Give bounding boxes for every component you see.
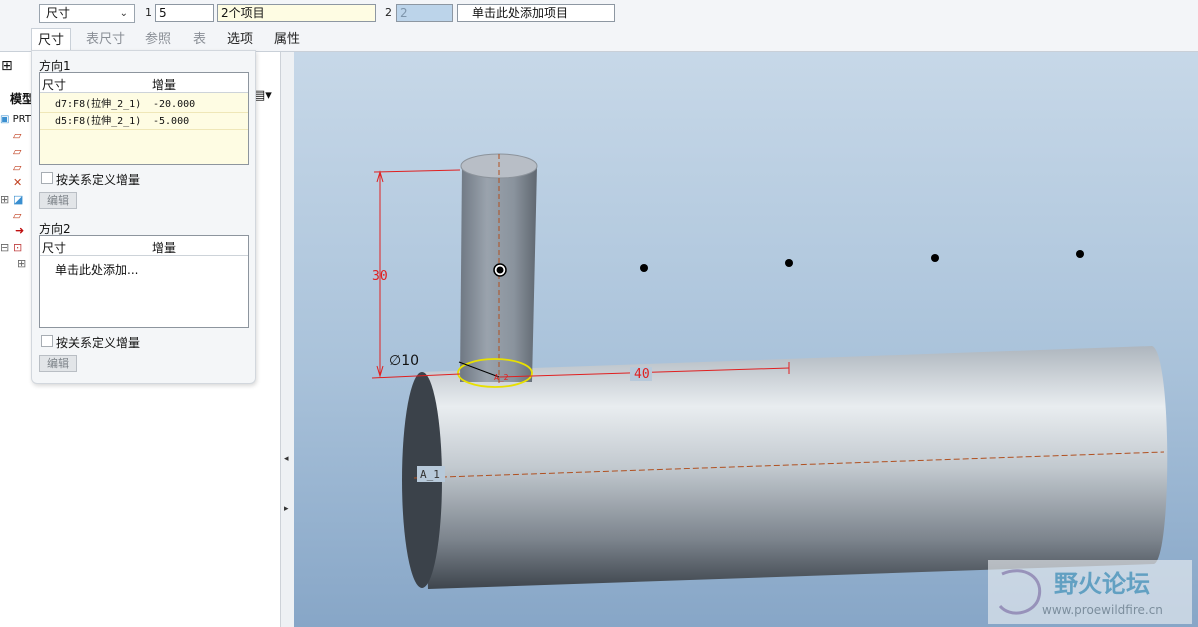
pattern-member-dot[interactable] <box>785 259 793 267</box>
extrude-icon[interactable]: ◪ <box>13 193 23 206</box>
watermark-url: www.proewildfire.cn <box>1042 603 1163 617</box>
pane-splitter[interactable]: ◂ ▸ <box>280 52 294 627</box>
increment-cell[interactable]: -20.000 <box>153 96 195 113</box>
pattern-member-dot[interactable] <box>640 264 648 272</box>
dimensions-panel: 方向1 尺寸 增量 d7:F8(拉伸_2_1) -20.000 d5:F8(拉伸… <box>31 50 256 384</box>
direction2-add-prompt[interactable]: 单击此处添加... <box>55 261 138 278</box>
tab-table-dimensions[interactable]: 表尺寸 <box>80 28 131 52</box>
direction1-table: 尺寸 增量 d7:F8(拉伸_2_1) -20.000 d5:F8(拉伸_2_1… <box>39 72 249 165</box>
direction2-table-header: 尺寸 增量 <box>40 236 248 256</box>
part-icon: ▣ <box>0 114 10 125</box>
forum-watermark: 野火论坛 www.proewildfire.cn <box>988 560 1192 624</box>
dimension-diameter-label[interactable]: ∅10 <box>389 353 419 369</box>
horizontal-cylinder[interactable] <box>402 346 1168 589</box>
table-row[interactable]: d7:F8(拉伸_2_1) -20.000 <box>40 96 248 113</box>
datum-plane-icon[interactable]: ▱ <box>13 145 21 158</box>
datum-plane-icon[interactable]: ▱ <box>13 209 21 222</box>
direction2-relation-label: 按关系定义增量 <box>56 336 141 350</box>
increment-cell[interactable]: -5.000 <box>153 113 189 130</box>
datum-plane-icon[interactable]: ▱ <box>13 161 21 174</box>
direction2-relation-checkbox[interactable] <box>41 335 53 347</box>
direction2-table: 尺寸 增量 单击此处添加... <box>39 235 249 328</box>
expand-icon[interactable]: ⊞ <box>0 193 9 206</box>
dimension-cell: d5:F8(拉伸_2_1) <box>55 116 142 127</box>
dimension-length-label[interactable]: 40 <box>634 367 650 382</box>
axis-label[interactable]: A_1 <box>420 468 440 481</box>
expand-right-icon[interactable]: ▸ <box>284 504 289 514</box>
tree-root-item[interactable]: ▣ PRT <box>0 114 31 125</box>
direction1-relation-label: 按关系定义增量 <box>56 173 141 187</box>
direction1-items-field[interactable]: 2个项目 <box>217 4 376 22</box>
pattern-member-dot[interactable] <box>1076 250 1084 258</box>
direction1-label: 1 <box>145 6 152 19</box>
direction2-items-field[interactable]: 单击此处添加项目 <box>457 4 615 22</box>
tab-references[interactable]: 参照 <box>139 28 177 52</box>
model-tree-icon[interactable]: ⊞ <box>1 58 13 74</box>
pattern-toolbar: 尺寸 ⌄ 1 5 2个项目 2 2 单击此处添加项目 <box>0 0 1198 28</box>
pattern-icon[interactable]: ⊡ <box>13 241 22 254</box>
direction1-relation-checkbox[interactable] <box>41 172 53 184</box>
pattern-type-value: 尺寸 <box>46 6 71 20</box>
direction2-edit-button[interactable]: 编辑 <box>39 355 77 372</box>
pattern-type-select[interactable]: 尺寸 ⌄ <box>39 4 135 23</box>
datum-plane-icon[interactable]: ▱ <box>13 129 21 142</box>
collapse-left-icon[interactable]: ◂ <box>284 454 289 464</box>
graphics-viewport[interactable]: 30 ∅10 40 A_2 A_1 野火论坛 www.proewildfire.… <box>294 52 1198 627</box>
direction1-count-input[interactable]: 5 <box>155 4 214 22</box>
axis-label-small: A_2 <box>494 373 509 382</box>
dimension-height-label[interactable]: 30 <box>372 269 388 284</box>
direction1-edit-button[interactable]: 编辑 <box>39 192 77 209</box>
dashboard-tabs: 尺寸 表尺寸 参照 表 选项 属性 <box>0 28 1198 53</box>
collapse-icon[interactable]: ⊟ <box>0 241 9 254</box>
expand-icon[interactable]: ⊞ <box>17 257 26 270</box>
tab-options[interactable]: 选项 <box>221 28 259 52</box>
csys-icon[interactable]: ✕ <box>13 176 22 189</box>
chevron-down-icon: ⌄ <box>119 8 128 19</box>
pattern-origin-dot <box>496 266 504 274</box>
column-header-dimension: 尺寸 <box>42 78 67 92</box>
tree-root-label: PRT <box>12 114 31 125</box>
direction1-table-header: 尺寸 增量 <box>40 73 248 93</box>
column-header-increment: 增量 <box>152 241 177 255</box>
table-row[interactable]: d5:F8(拉伸_2_1) -5.000 <box>40 113 248 130</box>
tab-table[interactable]: 表 <box>187 28 212 52</box>
insert-here-icon[interactable]: ➜ <box>15 224 24 237</box>
dimension-cell: d7:F8(拉伸_2_1) <box>55 99 142 110</box>
column-header-dimension: 尺寸 <box>42 241 67 255</box>
watermark-title: 野火论坛 <box>1054 570 1150 598</box>
column-header-increment: 增量 <box>152 78 177 92</box>
direction2-label: 2 <box>385 6 392 19</box>
tab-properties[interactable]: 属性 <box>268 28 306 52</box>
pattern-member-dot[interactable] <box>931 254 939 262</box>
model-canvas[interactable]: 30 ∅10 40 A_2 A_1 野火论坛 www.proewildfire.… <box>294 52 1198 627</box>
direction2-count-input[interactable]: 2 <box>396 4 453 22</box>
